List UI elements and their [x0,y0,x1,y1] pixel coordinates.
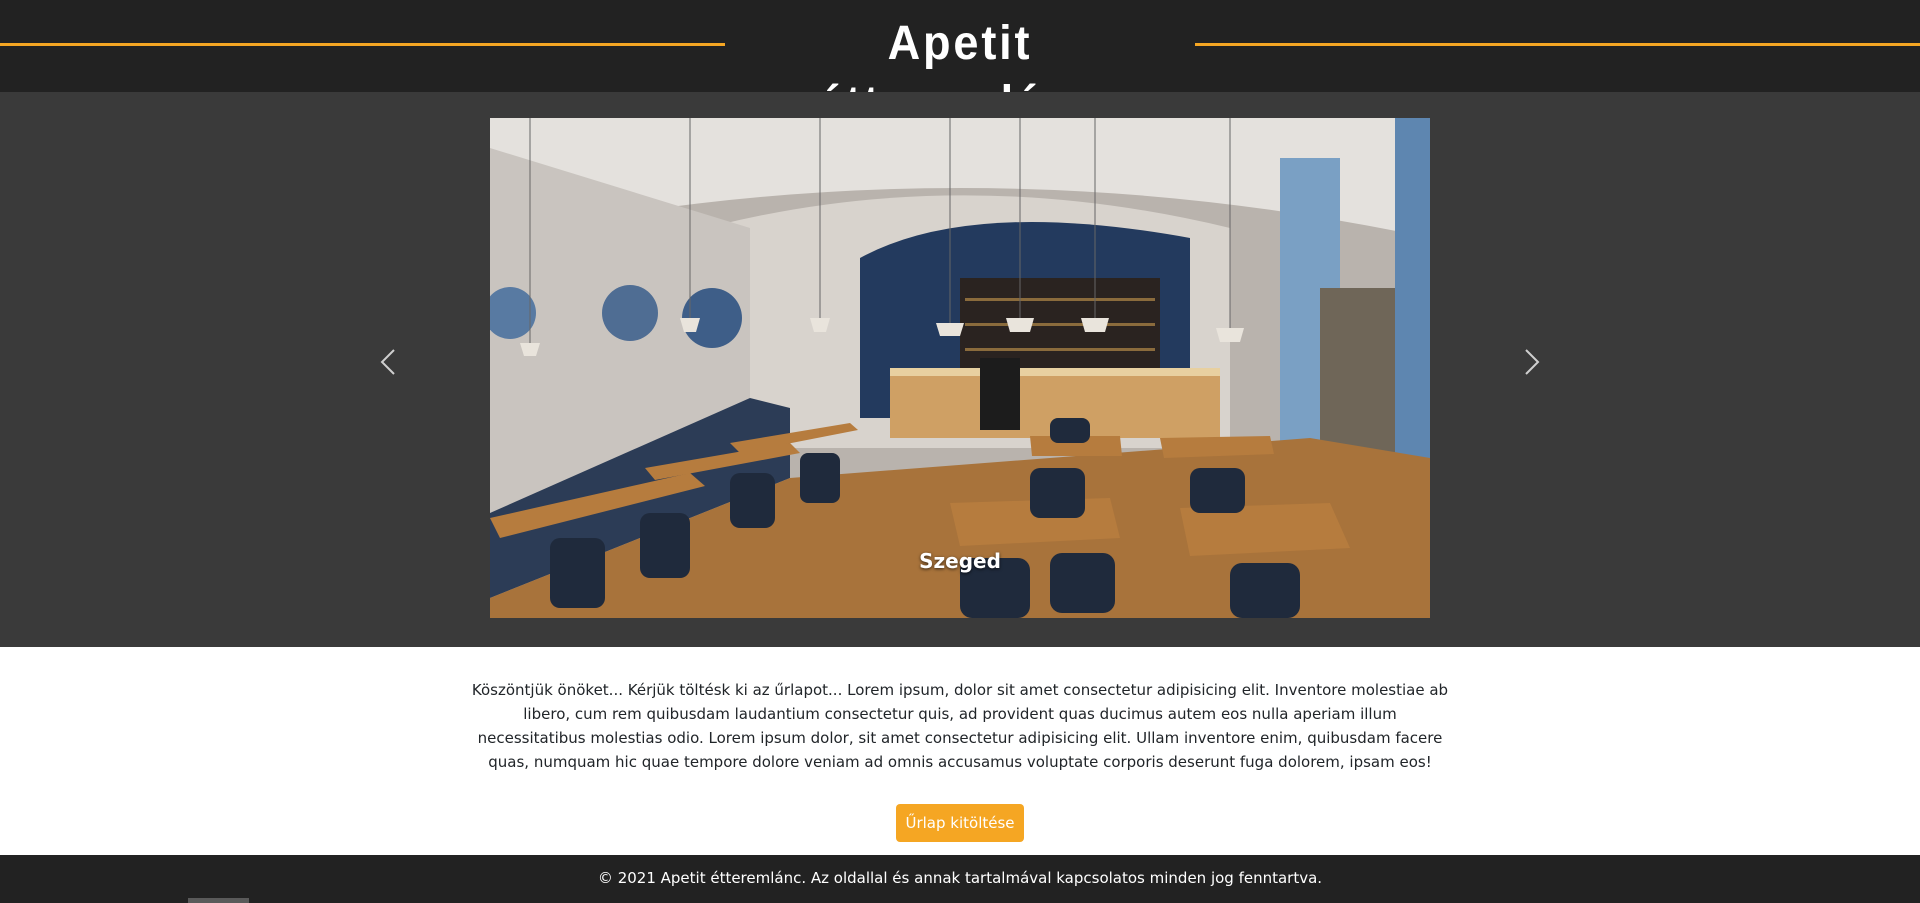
carousel-next-button[interactable] [1511,342,1551,382]
chevron-right-icon [1525,349,1540,375]
fill-form-button[interactable]: Űrlap kitöltése [896,804,1024,842]
copyright-text: © 2021 Apetit étteremlánc. Az oldallal é… [597,869,1323,887]
carousel-slide-image: Szeged [490,118,1430,618]
site-footer: © 2021 Apetit étteremlánc. Az oldallal é… [0,855,1920,903]
restaurant-interior-image [490,118,1430,618]
carousel-prev-button[interactable] [369,342,409,382]
header-accent-line-right [1195,43,1920,46]
chevron-left-icon [380,349,395,375]
carousel: Szeged [0,92,1920,647]
carousel-caption: Szeged [919,549,1001,573]
footer-tab-indicator [188,898,249,903]
header-accent-line-left [0,43,725,46]
site-header: Apetit étteremlánc [0,0,1920,130]
intro-text: Köszöntjük önöket... Kérjük töltésk ki a… [471,681,1449,771]
